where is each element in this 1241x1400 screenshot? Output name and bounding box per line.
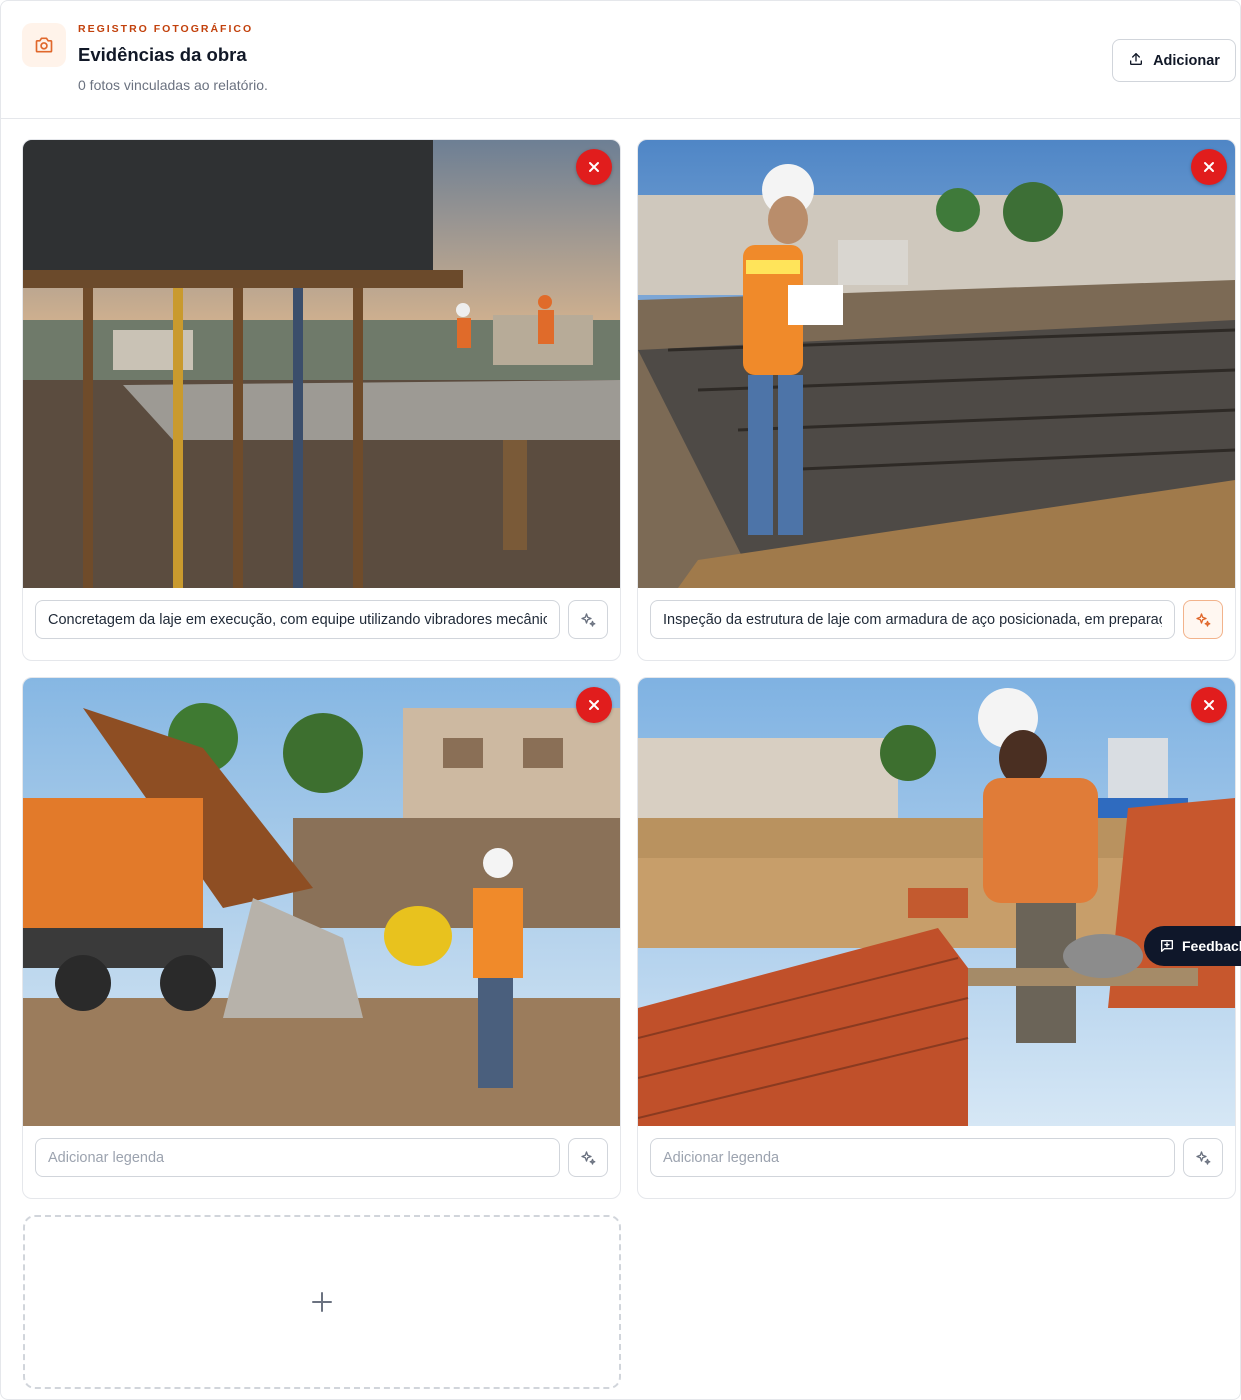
panel-header: REGISTRO FOTOGRÁFICO Evidências da obra … bbox=[1, 1, 1241, 119]
add-photo-dropzone[interactable] bbox=[23, 1215, 621, 1389]
remove-photo-button[interactable] bbox=[576, 149, 612, 185]
close-icon bbox=[1204, 162, 1214, 172]
generate-caption-button[interactable] bbox=[568, 600, 608, 639]
section-eyebrow: REGISTRO FOTOGRÁFICO bbox=[78, 23, 254, 35]
remove-photo-button[interactable] bbox=[1191, 687, 1227, 723]
caption-input[interactable] bbox=[35, 1138, 560, 1177]
generate-caption-button[interactable] bbox=[568, 1138, 608, 1177]
message-plus-icon bbox=[1161, 940, 1173, 952]
photo-thumbnail[interactable] bbox=[23, 678, 620, 1126]
photo-thumbnail[interactable] bbox=[23, 140, 620, 588]
remove-photo-button[interactable] bbox=[1191, 149, 1227, 185]
close-icon bbox=[1204, 700, 1214, 710]
photo-count-text: 0 fotos vinculadas ao relatório. bbox=[78, 77, 268, 93]
sparkles-icon bbox=[581, 612, 596, 627]
caption-input[interactable] bbox=[650, 1138, 1175, 1177]
caption-input[interactable] bbox=[35, 600, 560, 639]
photo-thumbnail[interactable] bbox=[638, 678, 1235, 1126]
sparkles-icon bbox=[1196, 1150, 1211, 1165]
feedback-label: Feedback bbox=[1182, 938, 1241, 954]
upload-icon bbox=[1128, 51, 1144, 71]
photo-card bbox=[637, 139, 1236, 661]
add-photo-button[interactable]: Adicionar bbox=[1112, 39, 1236, 82]
remove-photo-button[interactable] bbox=[576, 687, 612, 723]
close-icon bbox=[589, 700, 599, 710]
feedback-tab[interactable]: Feedback bbox=[1144, 926, 1241, 966]
sparkles-icon bbox=[1196, 612, 1211, 627]
add-photo-label: Adicionar bbox=[1153, 52, 1220, 69]
generate-caption-button[interactable] bbox=[1183, 1138, 1223, 1177]
photo-thumbnail[interactable] bbox=[638, 140, 1235, 588]
section-title: Evidências da obra bbox=[78, 44, 247, 65]
caption-input[interactable] bbox=[650, 600, 1175, 639]
plus-icon bbox=[312, 1292, 332, 1312]
generate-caption-button[interactable] bbox=[1183, 600, 1223, 639]
close-icon bbox=[589, 162, 599, 172]
sparkles-icon bbox=[581, 1150, 596, 1165]
photo-card bbox=[22, 139, 621, 661]
camera-icon bbox=[22, 23, 66, 67]
photo-card bbox=[22, 677, 621, 1199]
photo-evidence-panel: REGISTRO FOTOGRÁFICO Evidências da obra … bbox=[0, 0, 1241, 1400]
